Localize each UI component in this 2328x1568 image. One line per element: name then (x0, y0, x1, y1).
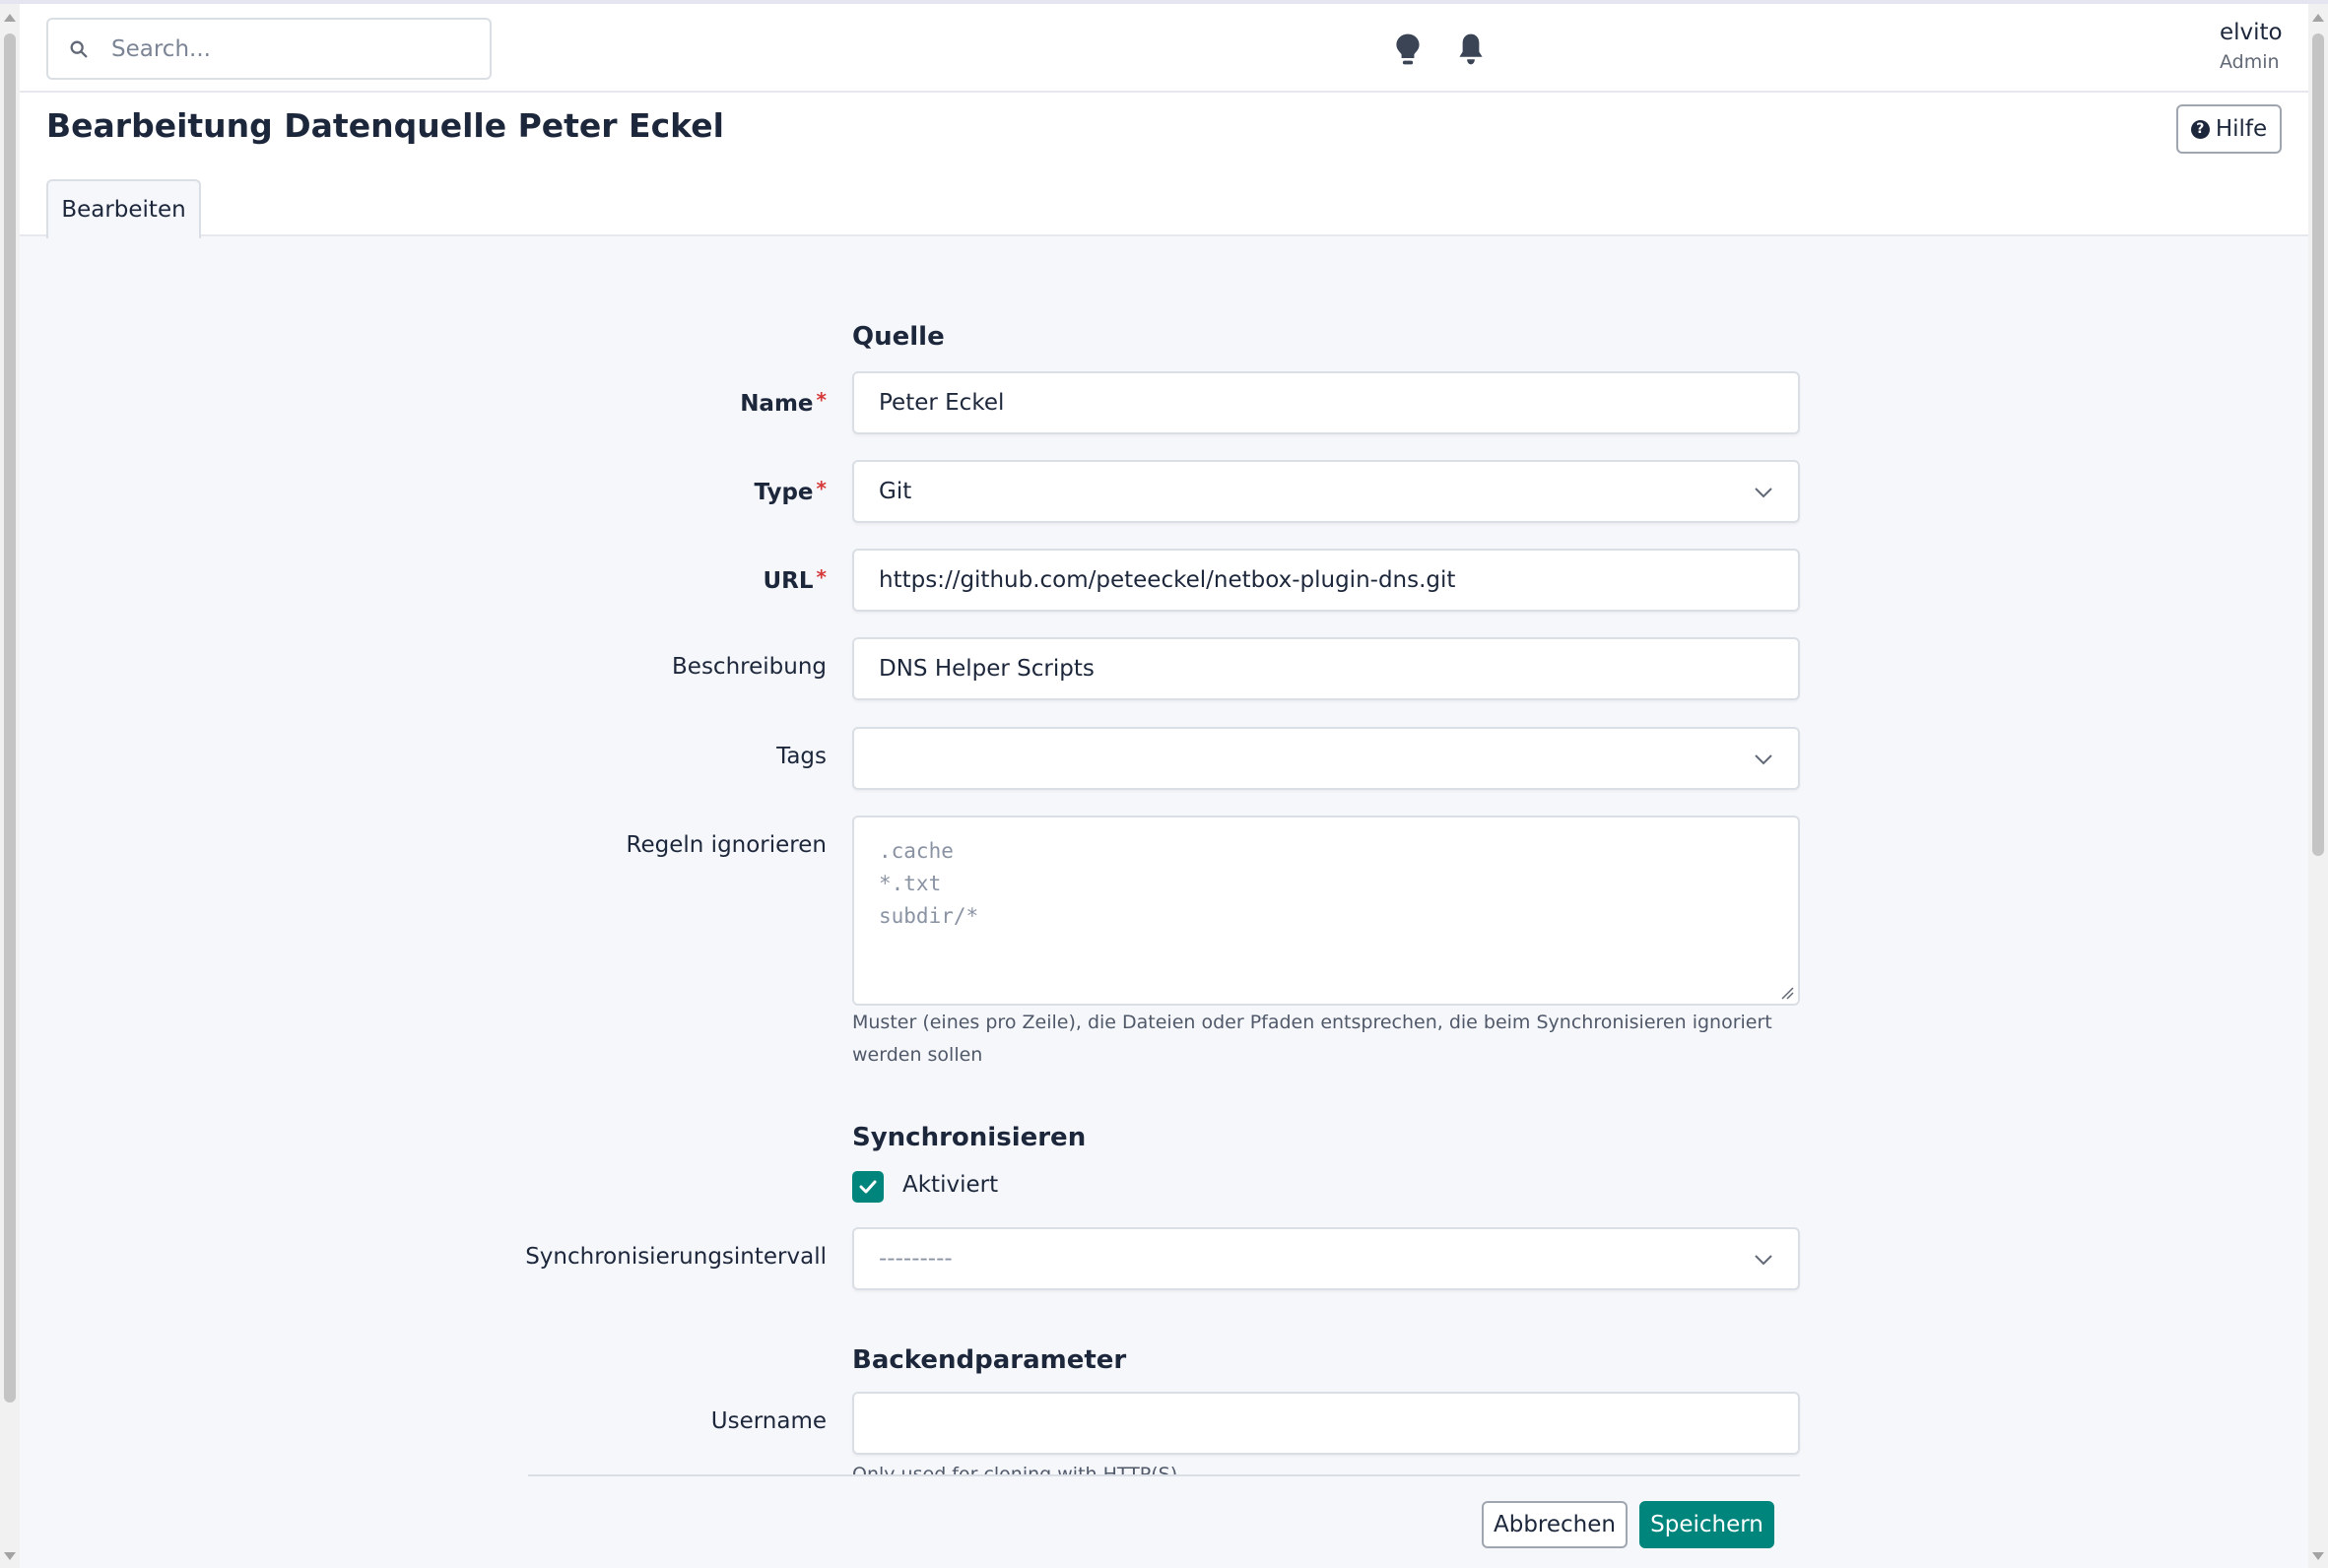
tags-select[interactable] (852, 727, 1800, 790)
bell-icon[interactable] (1455, 32, 1487, 67)
enabled-label[interactable]: Aktiviert (902, 1172, 998, 1198)
name-label: Name * (740, 388, 827, 417)
left-scrollbar[interactable] (0, 4, 20, 1568)
url-label: URL * (763, 565, 827, 594)
scrollbar-thumb[interactable] (4, 33, 16, 1403)
username-field[interactable] (852, 1392, 1800, 1455)
sync-interval-label: Synchronisierungsintervall (525, 1244, 827, 1270)
placeholder-line: subdir/* (879, 904, 979, 928)
save-button[interactable]: Speichern (1639, 1501, 1774, 1548)
ignore-rules-textarea[interactable]: .cache *.txt subdir/* (852, 816, 1800, 1006)
footer-divider (528, 1474, 1800, 1476)
placeholder-line: *.txt (879, 872, 942, 895)
help-button[interactable]: ? Hilfe (2176, 104, 2282, 154)
lightbulb-icon[interactable] (1392, 32, 1424, 67)
description-field[interactable]: DNS Helper Scripts (852, 637, 1800, 700)
top-header: elvito Admin (20, 4, 2308, 93)
ignore-rules-help: Muster (eines pro Zeile), die Dateien od… (852, 1012, 1772, 1066)
right-scrollbar[interactable] (2308, 4, 2328, 1568)
user-menu[interactable]: elvito Admin (2220, 20, 2283, 73)
search-input[interactable] (111, 35, 466, 62)
chevron-down-icon (1755, 1255, 1772, 1266)
ignore-rules-label: Regeln ignorieren (626, 832, 827, 858)
scroll-down-arrow-icon[interactable] (4, 1552, 16, 1560)
required-marker: * (816, 565, 827, 589)
scroll-up-arrow-icon[interactable] (4, 14, 16, 22)
help-button-label: Hilfe (2215, 116, 2268, 142)
description-label: Beschreibung (672, 654, 827, 680)
chevron-down-icon (1755, 488, 1772, 498)
user-role: Admin (2220, 51, 2280, 73)
username-label: Username (710, 1408, 827, 1434)
required-marker: * (816, 477, 827, 500)
type-select-value: Git (879, 479, 912, 504)
search-icon (70, 40, 88, 57)
required-marker: * (816, 388, 827, 412)
placeholder-line: .cache (879, 839, 954, 863)
name-field[interactable]: Peter Eckel (852, 371, 1800, 434)
type-select[interactable]: Git (852, 460, 1800, 523)
url-field[interactable]: https://github.com/peteeckel/netbox-plug… (852, 549, 1800, 612)
user-name: elvito (2220, 20, 2283, 45)
tab-edit[interactable]: Bearbeiten (46, 179, 201, 238)
page-title: Bearbeitung Datenquelle Peter Eckel (46, 106, 724, 145)
section-title-backend: Backendparameter (852, 1345, 1127, 1375)
description-field-value: DNS Helper Scripts (879, 656, 1095, 682)
type-label: Type * (754, 477, 827, 505)
page-header: Bearbeitung Datenquelle Peter Eckel ? Hi… (20, 93, 2308, 238)
username-help: Only used for cloning with HTTP(S) (852, 1464, 1178, 1474)
resize-handle-icon[interactable] (1780, 986, 1794, 1000)
search-box[interactable] (46, 18, 492, 80)
section-title-source: Quelle (852, 322, 945, 352)
name-field-value: Peter Eckel (879, 390, 1005, 416)
sync-interval-value: --------- (879, 1246, 953, 1272)
question-circle-icon: ? (2190, 119, 2210, 139)
enabled-checkbox[interactable] (852, 1171, 884, 1203)
cancel-button[interactable]: Abbrechen (1482, 1501, 1628, 1548)
sync-interval-select[interactable]: --------- (852, 1227, 1800, 1290)
scrollbar-thumb[interactable] (2312, 33, 2324, 856)
section-title-sync: Synchronisieren (852, 1123, 1087, 1152)
scroll-up-arrow-icon[interactable] (2312, 14, 2324, 22)
chevron-down-icon (1755, 754, 1772, 765)
url-field-value: https://github.com/peteeckel/netbox-plug… (879, 567, 1456, 593)
checkmark-icon (859, 1180, 877, 1194)
tags-label: Tags (776, 744, 827, 769)
scroll-down-arrow-icon[interactable] (2312, 1552, 2324, 1560)
